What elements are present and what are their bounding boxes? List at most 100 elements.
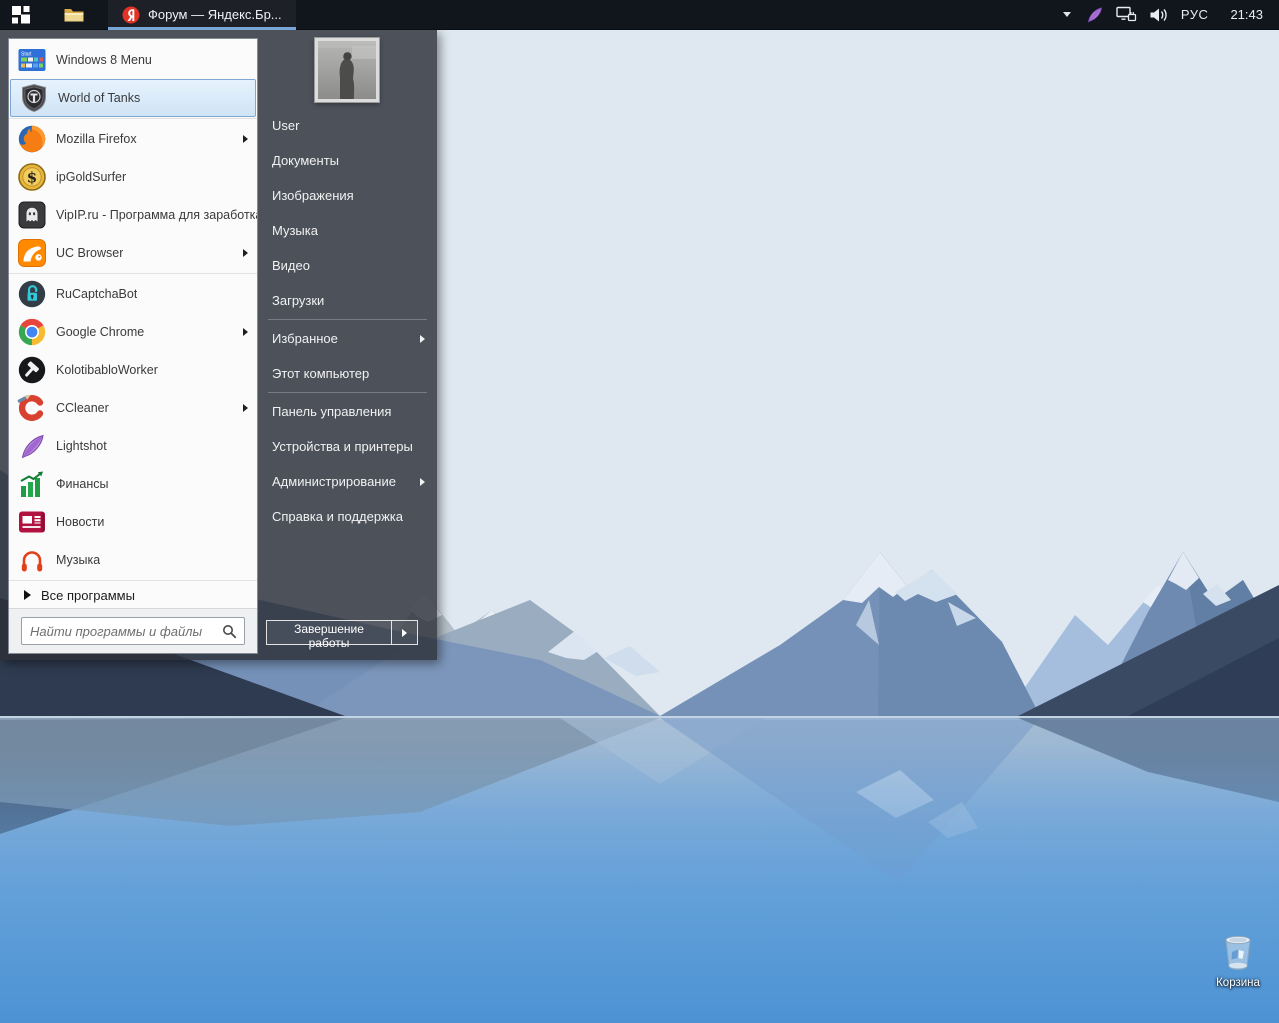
lightshot-tray-icon[interactable] [1085,5,1104,24]
active-task-underline [108,27,296,30]
language-indicator[interactable]: РУС [1181,7,1209,22]
ipgold-icon: $ [17,162,47,192]
start-menu-right-item-label: Администрирование [272,474,396,489]
start-pinwheel-icon [7,2,33,28]
explorer-taskbar-button[interactable] [54,0,94,30]
start-menu-item-lightshot[interactable]: Lightshot [9,427,257,465]
start-menu-right-item-label: Документы [272,153,339,168]
chrome-icon [17,317,47,347]
divider [9,118,257,119]
start-menu-right-item[interactable]: Справка и поддержка [258,499,437,534]
start-menu-item-label: Windows 8 Menu [56,53,152,67]
divider [9,273,257,274]
start-menu-right-item[interactable]: Этот компьютер [258,356,437,391]
start-menu-item-uc[interactable]: UC Browser [9,234,257,272]
start-menu-right-item-label: Устройства и принтеры [272,439,413,454]
start-menu-item-chrome[interactable]: Google Chrome [9,313,257,351]
start-menu-right-panel: User Документы Изображения Музыка Видео Загру… [258,30,437,660]
ccleaner-icon [17,393,47,423]
submenu-arrow-icon [243,328,248,336]
start-menu-item-news[interactable]: Новости [9,503,257,541]
all-programs-label: Все программы [41,588,135,603]
start-menu-item-label: Финансы [56,477,108,491]
start-menu-item-label: Lightshot [56,439,107,453]
yandex-browser-task-button[interactable]: Форум — Яндекс.Бр... [108,0,296,30]
start-menu-item-music[interactable]: Музыка [9,541,257,579]
start-menu-item-label: Музыка [56,553,100,567]
start-menu-left-items: Start Windows 8 Menu World of Tanks Mozilla… [9,39,257,579]
volume-tray-icon[interactable] [1149,7,1169,23]
start-menu-item-ccleaner[interactable]: CCleaner [9,389,257,427]
network-tray-icon[interactable] [1116,5,1137,24]
start-menu-item-label: VipIP.ru - Программа для заработка [56,208,257,222]
shutdown-options-arrow[interactable] [392,620,418,645]
lightshot-icon [17,431,47,461]
submenu-arrow-icon [243,249,248,257]
start-menu-right-item[interactable]: Администрирование [258,464,437,499]
start-menu-right-item-label: Видео [272,258,310,273]
start-menu-item-kolotibablo[interactable]: KolotibabloWorker [9,351,257,389]
start-menu-right-item[interactable]: Устройства и принтеры [258,429,437,464]
divider [9,580,257,581]
svg-text:Start: Start [21,52,32,58]
clock[interactable]: 21:43 [1230,7,1263,22]
shutdown-button[interactable]: Завершение работы [266,620,392,645]
windows8-icon: Start [17,45,47,75]
start-menu-right-item-label: Загрузки [272,293,324,308]
start-menu-right-item-label: Изображения [272,188,354,203]
start-menu-left-panel: Start Windows 8 Menu World of Tanks Mozilla… [8,38,258,654]
start-menu-right-item[interactable]: Документы [258,143,437,178]
desktop: Корзина Start Windows 8 Menu World of Tank… [0,0,1279,1023]
start-menu-right-item-label: Справка и поддержка [272,509,403,524]
search-area [9,608,257,653]
search-input[interactable] [22,624,222,639]
start-menu-item-rucaptcha[interactable]: RuCaptchaBot [9,275,257,313]
finance-icon [17,469,47,499]
user-avatar[interactable] [315,38,379,102]
start-menu-item-firefox[interactable]: Mozilla Firefox [9,120,257,158]
start-menu-right-items: User Документы Изображения Музыка Видео Загру… [258,108,437,534]
start-menu-right-item-label: Музыка [272,223,318,238]
task-button-label: Форум — Яндекс.Бр... [148,7,282,22]
start-menu-right-item-label: Этот компьютер [272,366,369,381]
start-button[interactable] [0,0,40,30]
start-menu-item-label: Mozilla Firefox [56,132,137,146]
start-menu-item-vipip[interactable]: VipIP.ru - Программа для заработка [9,196,257,234]
all-programs-item[interactable]: Все программы [9,582,257,608]
start-menu-item-finance[interactable]: Финансы [9,465,257,503]
submenu-arrow-icon [420,335,425,343]
start-menu-right-item[interactable]: Избранное [258,321,437,356]
recycle-bin[interactable]: Корзина [1210,934,1266,989]
submenu-arrow-icon [243,135,248,143]
start-menu-item-label: ipGoldSurfer [56,170,126,184]
divider [268,319,427,320]
start-menu-item-label: CCleaner [56,401,109,415]
start-menu-item-windows8[interactable]: Start Windows 8 Menu [9,41,257,79]
start-menu-right-item[interactable]: Панель управления [258,394,437,429]
search-box[interactable] [21,617,245,645]
start-menu-right-item[interactable]: Видео [258,248,437,283]
news-icon [17,507,47,537]
wot-icon [19,83,49,113]
hidden-icons-chevron-icon[interactable] [1063,12,1071,17]
kolotibablo-icon [17,355,47,385]
taskbar: Форум — Яндекс.Бр... [0,0,1279,30]
start-menu-right-item-label: Панель управления [272,404,391,419]
start-menu-item-label: Google Chrome [56,325,144,339]
music-icon [17,545,47,575]
shutdown-split-button: Завершение работы [266,620,418,645]
yandex-browser-icon [122,6,140,24]
start-menu-right-item[interactable]: Изображения [258,178,437,213]
start-menu-right-item[interactable]: Музыка [258,213,437,248]
start-menu-right-item[interactable]: User [258,108,437,143]
start-menu-item-ipgold[interactable]: $ ipGoldSurfer [9,158,257,196]
uc-icon [17,238,47,268]
all-programs-arrow-icon [24,590,31,600]
folder-icon [63,6,85,24]
vipip-icon [17,200,47,230]
system-tray: РУС 21:43 [1063,5,1279,24]
start-menu-item-label: Новости [56,515,104,529]
start-menu-item-wot[interactable]: World of Tanks [10,79,256,117]
start-menu-right-item[interactable]: Загрузки [258,283,437,318]
search-icon[interactable] [222,624,237,639]
